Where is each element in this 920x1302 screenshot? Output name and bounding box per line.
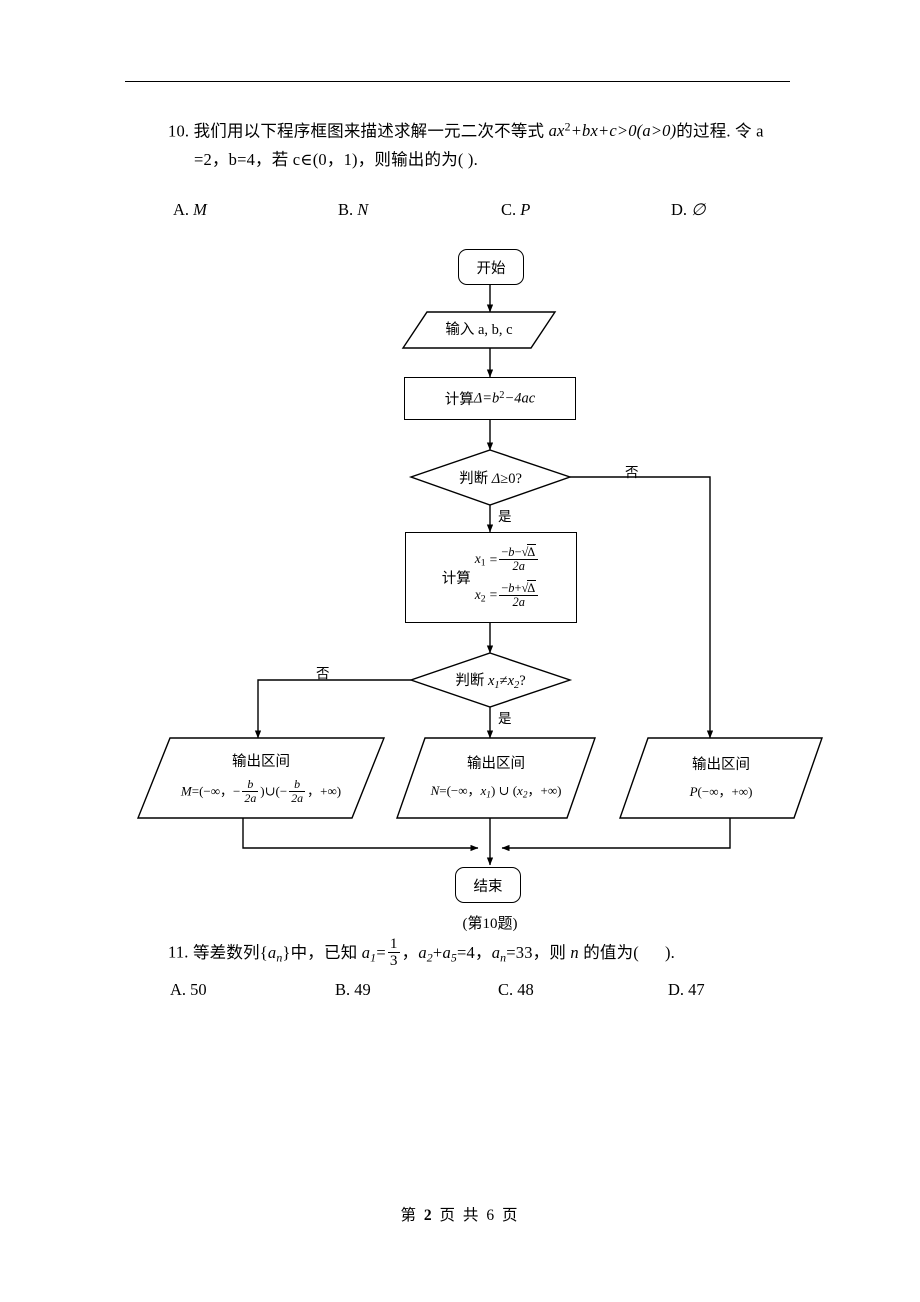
option-a[interactable]: A. 50: [170, 980, 335, 1000]
flowchart-compute-roots-label: 计算: [441, 571, 471, 587]
flowchart-root1-eq-sign: =: [489, 551, 498, 567]
flowchart-root2-lhs: x2: [474, 586, 486, 605]
page-footer: 第 2 页 共 6 页: [0, 1203, 920, 1225]
flowchart-end-label: 结束: [473, 878, 503, 895]
flowchart-root2-eq-sign: =: [489, 587, 498, 603]
flowchart-root1-denominator: 2a: [499, 559, 539, 573]
flowchart-compute-delta-node[interactable]: 计算 Δ=b2−4ac: [404, 377, 576, 420]
flowchart-root1-fraction: −b−√Δ 2a: [499, 543, 539, 574]
flowchart-output-m-node[interactable]: 输出区间 M=(−∞，− b 2a)∪(− b 2a ，+∞): [138, 738, 384, 818]
option-c[interactable]: C. 48: [498, 980, 668, 1000]
flowchart-diagram: [136, 285, 823, 866]
flowchart-root1-equation: x1 = −b−√Δ 2a: [474, 543, 540, 574]
option-d[interactable]: D. 47: [668, 980, 705, 1000]
footer-suffix: 页: [501, 1207, 520, 1224]
option-b-key: B.: [335, 980, 351, 999]
option-d-key: D.: [668, 980, 685, 999]
question-11-text: 11. 等差数列{an}中，已知 a1= 1 3 ，a2+a5=4，an=33，则 n…: [168, 935, 808, 970]
flowchart-output-n-title: 输出区间: [467, 755, 525, 772]
flowchart-output-m-content: 输出区间 M=(−∞，− b 2a)∪(− b 2a ，+∞): [138, 738, 384, 818]
flowchart-decision-delta-yes-label: 是: [498, 509, 512, 524]
flowchart-root1-numerator: −b−√Δ: [501, 543, 537, 559]
flowchart-compute-delta-label: 计算: [444, 392, 474, 408]
document-page: 10. 我们用以下程序框图来描述求解一元二次不等式 ax2+bx+c>0(a>0…: [0, 0, 920, 1302]
option-d-value: 47: [688, 980, 705, 999]
question-11-body: 等差数列{an}中，已知 a1= 1 3 ，a2+a5=4，an=33，则 n 的值为…: [192, 935, 675, 970]
flowchart-output-n-node[interactable]: 输出区间 N=(−∞，x1) ∪ (x2，+∞): [397, 738, 595, 818]
footer-middle: 页 共: [439, 1207, 481, 1224]
flowchart-start-label: 开始: [476, 260, 506, 277]
option-c-key: C.: [498, 980, 514, 999]
flowchart-output-p-interval: P(−∞，+∞): [689, 784, 753, 800]
flowchart-output-n-interval: N=(−∞，x1) ∪ (x2，+∞): [430, 783, 562, 801]
option-a-key: A.: [170, 980, 187, 999]
flowchart-output-p-content: 输出区间 P(−∞，+∞): [620, 738, 822, 818]
flowchart-compute-roots-inner: 计算 x1 = −b−√Δ 2a x2 = −b+√Δ 2a: [406, 543, 576, 610]
flowchart-decision-roots-yes-label: 是: [498, 711, 512, 726]
flowchart-root2-denominator: 2a: [499, 594, 539, 609]
flowchart-root1-lhs: x1: [474, 550, 486, 569]
flowchart-output-m-title: 输出区间: [232, 753, 290, 770]
flowchart-root2-numerator: −b+√Δ: [501, 579, 537, 595]
flowchart-compute-delta-expr: Δ=b2−4ac: [473, 389, 536, 407]
flowchart-input-node[interactable]: 输入 a, b, c: [403, 312, 555, 348]
flowchart-roots-equations: x1 = −b−√Δ 2a x2 = −b+√Δ 2a: [474, 543, 540, 610]
flowchart-root2-equation: x2 = −b+√Δ 2a: [474, 579, 540, 610]
flowchart-start-node[interactable]: 开始: [458, 249, 524, 285]
option-b-value: 49: [354, 980, 371, 999]
option-c-value: 48: [517, 980, 534, 999]
flowchart-output-p-node[interactable]: 输出区间 P(−∞，+∞): [620, 738, 822, 818]
footer-prefix: 第: [400, 1207, 419, 1224]
flowchart-output-n-content: 输出区间 N=(−∞，x1) ∪ (x2，+∞): [397, 738, 595, 818]
flowchart-decision-roots-no-label: 否: [316, 666, 330, 681]
footer-page-number: 2: [423, 1207, 434, 1224]
flowchart-output-p-title: 输出区间: [692, 756, 750, 773]
flowchart-caption: (第10题): [462, 916, 518, 932]
flowchart-compute-roots-node[interactable]: 计算 x1 = −b−√Δ 2a x2 = −b+√Δ 2a: [405, 532, 577, 623]
footer-total-pages: 6: [486, 1207, 497, 1224]
option-a-value: 50: [190, 980, 207, 999]
flowchart-root2-fraction: −b+√Δ 2a: [499, 579, 539, 610]
option-b[interactable]: B. 49: [335, 980, 498, 1000]
flowchart-input-label: 输入 a, b, c: [445, 321, 513, 338]
flowchart-decision-delta-no-label: 否: [625, 465, 639, 480]
flowchart-output-m-interval: M=(−∞，− b 2a)∪(− b 2a ，+∞): [180, 777, 342, 806]
flowchart-end-node[interactable]: 结束: [455, 867, 521, 903]
question-11-options: A. 50 B. 49 C. 48 D. 47: [170, 980, 790, 1000]
question-11-number: 11.: [168, 942, 189, 962]
